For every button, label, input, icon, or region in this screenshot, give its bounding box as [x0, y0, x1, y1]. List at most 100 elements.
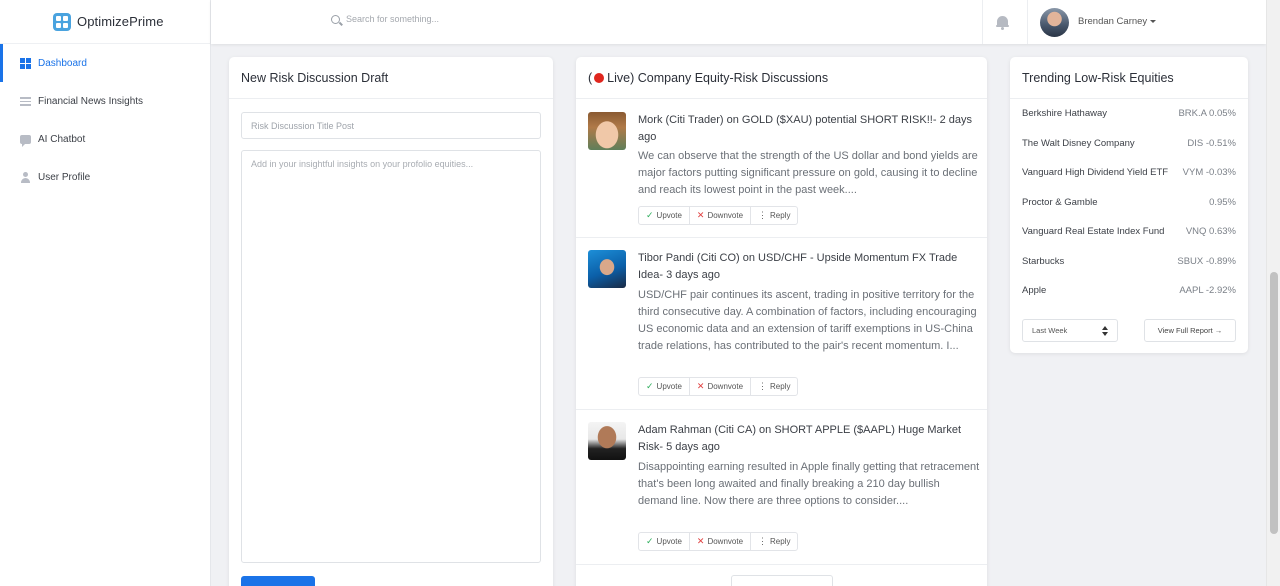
user-icon [20, 171, 31, 183]
trend-row[interactable]: Vanguard Real Estate Index Fund VNQ 0.63… [1022, 226, 1236, 237]
view-all-discussions-button[interactable] [731, 575, 833, 586]
search-input[interactable] [346, 14, 646, 24]
chat-icon [20, 134, 31, 147]
post-avatar[interactable] [588, 422, 626, 460]
upvote-label: Upvote [656, 382, 682, 391]
post-title[interactable]: Adam Rahman (Citi CA) on SHORT APPLE ($A… [638, 422, 978, 455]
check-icon: ✓ [646, 381, 654, 391]
trending-card-title: Trending Low-Risk Equities [1010, 57, 1248, 99]
more-dots-icon: ⋮ [758, 536, 768, 546]
equity-name: Vanguard Real Estate Index Fund [1022, 226, 1165, 237]
more-dots-icon: ⋮ [758, 210, 768, 220]
page-scrollbar[interactable] [1266, 0, 1280, 586]
reply-button[interactable]: ⋮ Reply [751, 207, 797, 224]
reply-label: Reply [770, 211, 791, 220]
draft-body-textarea[interactable] [241, 150, 541, 563]
post-title[interactable]: Tibor Pandi (Citi CO) on USD/CHF - Upsid… [638, 250, 978, 283]
post-body: Disappointing earning resulted in Apple … [638, 461, 980, 507]
discussion-post: Tibor Pandi (Citi CO) on USD/CHF - Upsid… [576, 238, 987, 410]
trend-row[interactable]: Vanguard High Dividend Yield ETF VYM -0.… [1022, 167, 1236, 178]
sidebar-item-user-profile[interactable]: User Profile [0, 158, 210, 196]
equity-change: DIS -0.51% [1187, 138, 1236, 149]
downvote-label: Downvote [707, 382, 744, 391]
trend-row[interactable]: Berkshire Hathaway BRK.A 0.05% [1022, 108, 1236, 119]
equity-name: Berkshire Hathaway [1022, 108, 1108, 119]
discussion-post: Mork (Citi Trader) on GOLD ($XAU) potent… [576, 100, 987, 238]
discussions-card: ( Live) Company Equity-Risk Discussions … [576, 57, 987, 586]
search-icon [331, 14, 340, 24]
sidebar-item-ai-chatbot[interactable]: AI Chatbot [0, 120, 210, 158]
post-body: We can observe that the strength of the … [638, 150, 978, 196]
upvote-label: Upvote [656, 211, 682, 220]
view-full-report-button[interactable]: View Full Report → [1144, 319, 1236, 342]
x-icon: ✕ [696, 210, 705, 220]
equity-name: Starbucks [1022, 256, 1065, 267]
period-select[interactable]: Last Week [1022, 319, 1118, 342]
sidebar-item-label: Dashboard [38, 57, 87, 69]
dashboard-icon [20, 57, 31, 69]
equity-change: AAPL -2.92% [1179, 285, 1236, 296]
equity-change: 0.95% [1209, 197, 1236, 208]
sidebar-item-label: AI Chatbot [38, 133, 86, 145]
sidebar-item-dashboard[interactable]: Dashboard [0, 44, 210, 82]
check-icon: ✓ [646, 536, 654, 546]
draft-card-title: New Risk Discussion Draft [229, 57, 553, 99]
scrollbar-thumb[interactable] [1270, 272, 1278, 534]
more-dots-icon: ⋮ [758, 381, 768, 391]
equity-name: Proctor & Gamble [1022, 197, 1098, 208]
brand[interactable]: OptimizePrime [0, 0, 210, 44]
reply-button[interactable]: ⋮ Reply [751, 378, 797, 395]
equity-name: Vanguard High Dividend Yield ETF [1022, 167, 1169, 178]
user-avatar[interactable] [1040, 8, 1069, 37]
trend-row[interactable]: Proctor & Gamble 0.95% [1022, 197, 1236, 208]
trending-equities-card: Trending Low-Risk Equities Berkshire Hat… [1010, 57, 1248, 353]
reply-label: Reply [770, 382, 791, 391]
sidebar-item-label: User Profile [38, 171, 91, 183]
reply-button[interactable]: ⋮ Reply [751, 533, 797, 550]
equity-change: SBUX -0.89% [1177, 256, 1236, 267]
header-text: Live) Company Equity-Risk Discussions [607, 70, 829, 85]
upvote-button[interactable]: ✓ Upvote [639, 378, 690, 395]
news-icon [20, 96, 31, 106]
submit-draft-button[interactable] [241, 576, 315, 586]
post-body: USD/CHF pair continues its ascent, tradi… [638, 289, 977, 352]
new-draft-card: New Risk Discussion Draft [229, 57, 553, 586]
discussion-post: Adam Rahman (Citi CA) on SHORT APPLE ($A… [576, 410, 987, 565]
trend-row[interactable]: Starbucks SBUX -0.89% [1022, 256, 1236, 267]
user-menu[interactable]: Brendan Carney [1078, 16, 1157, 27]
discussions-card-title: ( Live) Company Equity-Risk Discussions [576, 57, 987, 99]
equity-name: The Walt Disney Company [1022, 138, 1135, 149]
sidebar-item-financial-news[interactable]: Financial News Insights [0, 82, 210, 120]
topbar: Brendan Carney [211, 0, 1266, 44]
notification-bell-icon[interactable] [996, 15, 1009, 30]
x-icon: ✕ [696, 381, 705, 391]
x-icon: ✕ [696, 536, 705, 546]
topbar-divider [982, 0, 983, 44]
post-title[interactable]: Mork (Citi Trader) on GOLD ($XAU) potent… [638, 112, 978, 145]
app-logo-icon [53, 13, 71, 31]
draft-title-input[interactable] [241, 112, 541, 139]
equity-change: VYM -0.03% [1182, 167, 1236, 178]
post-avatar[interactable] [588, 112, 626, 150]
downvote-button[interactable]: ✕ Downvote [690, 378, 752, 395]
trend-row[interactable]: Apple AAPL -2.92% [1022, 285, 1236, 296]
downvote-button[interactable]: ✕ Downvote [690, 533, 752, 550]
app-name: OptimizePrime [77, 14, 164, 29]
upvote-label: Upvote [656, 537, 682, 546]
trend-row[interactable]: The Walt Disney Company DIS -0.51% [1022, 138, 1236, 149]
equity-change: VNQ 0.63% [1185, 226, 1236, 237]
post-actions: ✓ Upvote ✕ Downvote ⋮ Reply [638, 206, 799, 225]
check-icon: ✓ [646, 210, 654, 220]
upvote-button[interactable]: ✓ Upvote [639, 533, 690, 550]
reply-label: Reply [770, 537, 791, 546]
equity-change: BRK.A 0.05% [1178, 108, 1236, 119]
downvote-label: Downvote [707, 211, 744, 220]
equity-name: Apple [1022, 285, 1047, 296]
upvote-button[interactable]: ✓ Upvote [639, 207, 690, 224]
header-prefix: ( [588, 70, 593, 85]
downvote-button[interactable]: ✕ Downvote [690, 207, 752, 224]
downvote-label: Downvote [707, 537, 744, 546]
post-avatar[interactable] [588, 250, 626, 288]
user-name: Brendan Carney [1078, 16, 1148, 27]
sidebar: OptimizePrime Dashboard Financial News I… [0, 0, 211, 586]
